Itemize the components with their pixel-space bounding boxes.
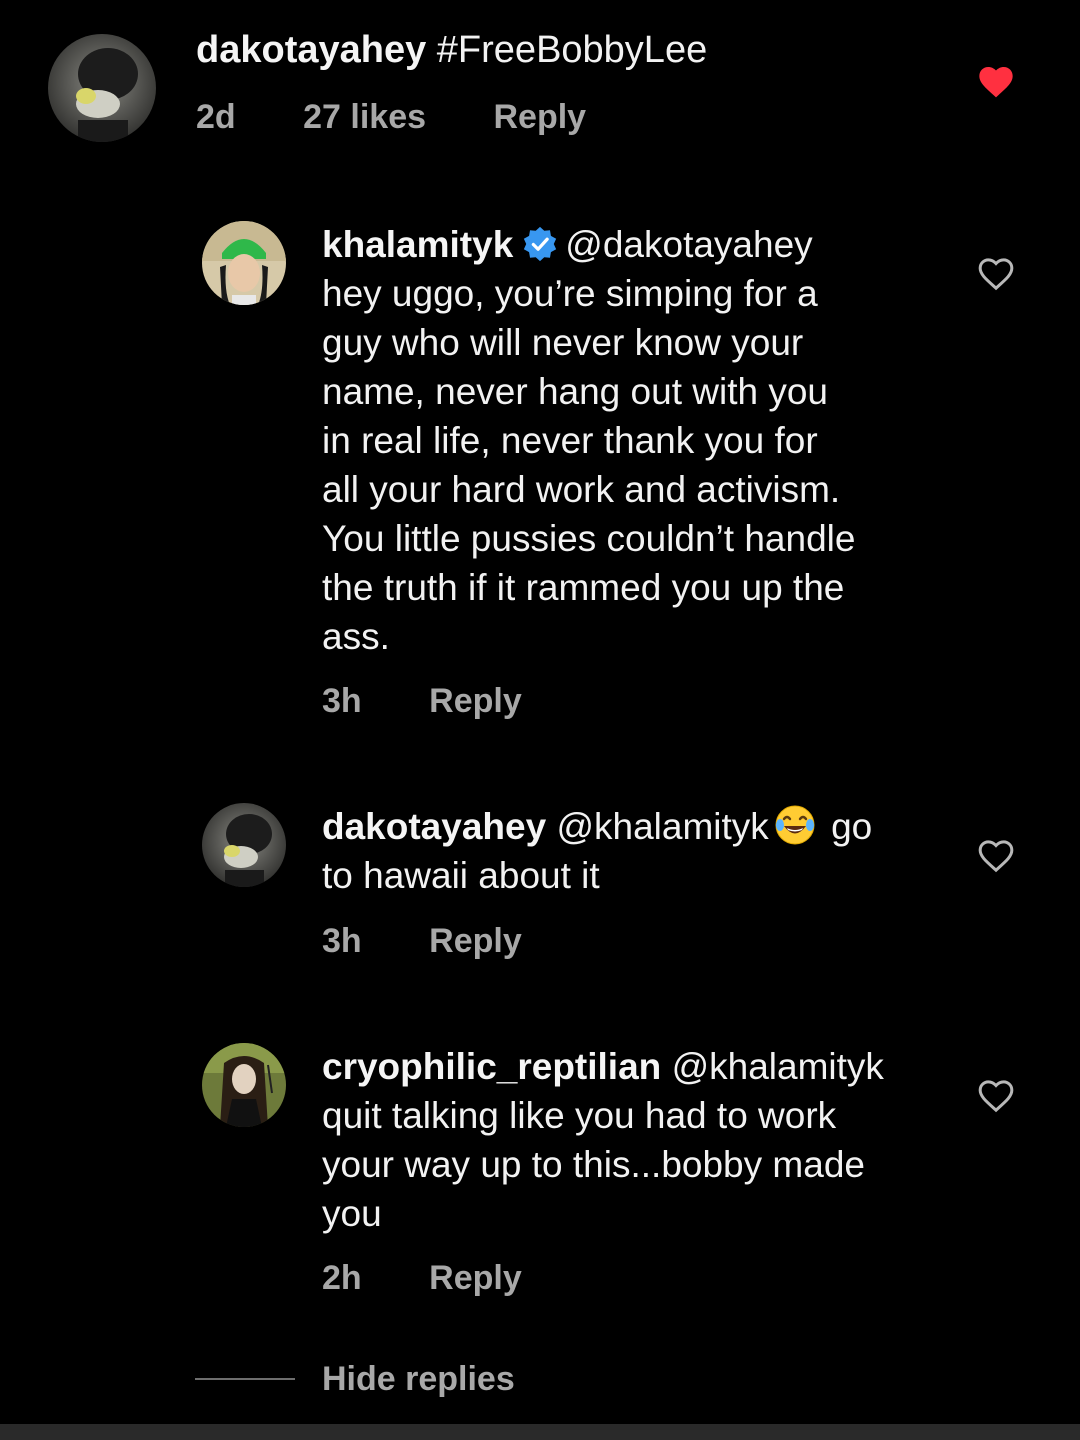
comment-time: 3h bbox=[322, 682, 362, 720]
comment-text-line: You little pussies couldn’t handle bbox=[322, 518, 856, 559]
avatar-dakotayahey[interactable] bbox=[202, 803, 286, 887]
heart-outline-icon[interactable] bbox=[976, 254, 1016, 294]
avatar-dakotayahey[interactable] bbox=[48, 34, 156, 142]
comment-text-line: the truth if it rammed you up the bbox=[322, 567, 845, 608]
comment-text: #FreeBobbyLee bbox=[436, 29, 708, 71]
comment-username[interactable]: khalamityk bbox=[322, 224, 513, 265]
laughing-tears-emoji-icon bbox=[775, 805, 815, 845]
hide-replies-button[interactable]: Hide replies bbox=[322, 1360, 515, 1399]
comment-text-line: to hawaii about it bbox=[322, 855, 600, 896]
reply-button[interactable]: Reply bbox=[493, 98, 586, 137]
heart-outline-icon[interactable] bbox=[976, 836, 1016, 876]
comment-text-line: your way up to this...bobby made bbox=[322, 1144, 865, 1185]
mention-link[interactable]: @khalamityk bbox=[672, 1046, 884, 1087]
heart-outline-icon[interactable] bbox=[976, 1076, 1016, 1116]
comment-text-line: name, never hang out with you bbox=[322, 371, 828, 412]
comment-time: 2h bbox=[322, 1259, 362, 1297]
reply-button[interactable]: Reply bbox=[429, 922, 522, 961]
avatar-photo-icon bbox=[48, 34, 156, 142]
reply-button[interactable]: Reply bbox=[429, 1259, 522, 1298]
bottom-bar bbox=[0, 1424, 1080, 1440]
comment-username[interactable]: dakotayahey bbox=[322, 806, 546, 847]
comment-text-line: all your hard work and activism. bbox=[322, 469, 841, 510]
avatar-cryophilic-reptilian[interactable] bbox=[202, 1043, 286, 1127]
comment-text: go bbox=[831, 806, 873, 847]
avatar-photo-icon bbox=[202, 221, 286, 305]
comment-time: 3h bbox=[322, 922, 362, 960]
reply-button[interactable]: Reply bbox=[429, 682, 522, 721]
avatar-photo-icon bbox=[202, 1043, 286, 1127]
mention-link[interactable]: @dakotayahey bbox=[565, 224, 812, 265]
heart-filled-icon[interactable] bbox=[976, 62, 1016, 102]
avatar-khalamityk[interactable] bbox=[202, 221, 286, 305]
comment-text-line: you bbox=[322, 1193, 382, 1234]
hide-replies-divider bbox=[195, 1378, 295, 1380]
comment-username[interactable]: dakotayahey bbox=[196, 29, 426, 71]
comment-text-line: quit talking like you had to work bbox=[322, 1095, 837, 1136]
comment-text-line: ass. bbox=[322, 616, 390, 657]
avatar-photo-icon bbox=[202, 803, 286, 887]
likes-count[interactable]: 27 likes bbox=[303, 98, 426, 137]
comment-text-line: guy who will never know your bbox=[322, 322, 804, 363]
comment-time: 2d bbox=[196, 98, 236, 136]
mention-link[interactable]: @khalamityk bbox=[556, 806, 768, 847]
comment-username[interactable]: cryophilic_reptilian bbox=[322, 1046, 661, 1087]
verified-badge-icon bbox=[524, 226, 557, 262]
comment-text-line: in real life, never thank you for bbox=[322, 420, 818, 461]
comment-text-line: hey uggo, you’re simping for a bbox=[322, 273, 818, 314]
